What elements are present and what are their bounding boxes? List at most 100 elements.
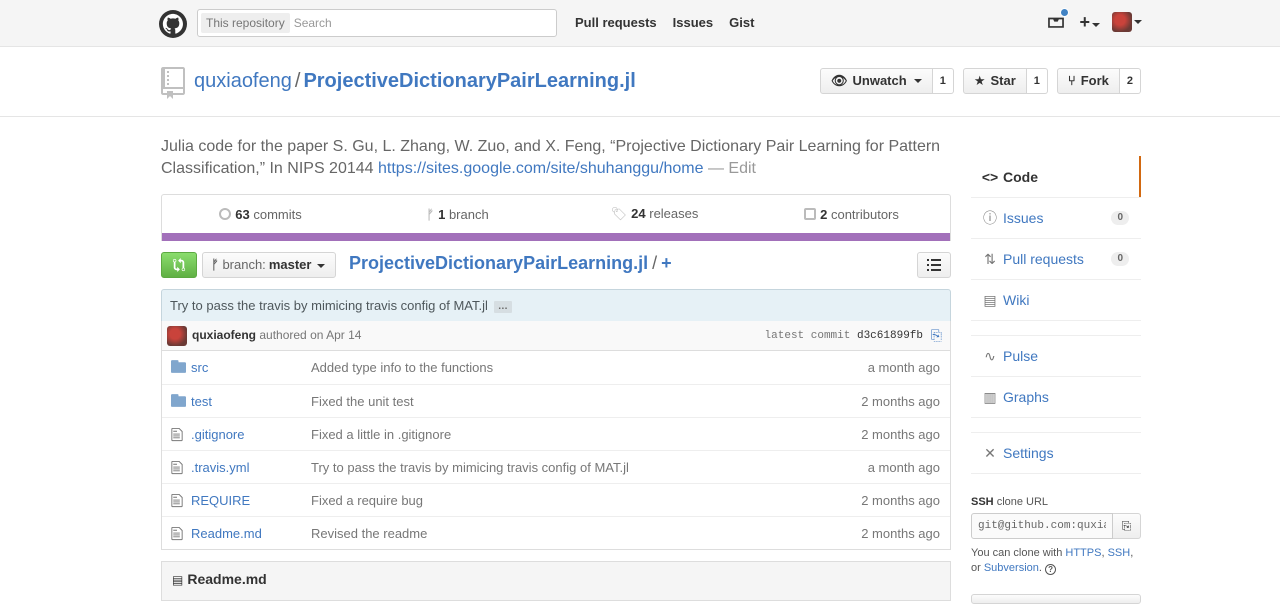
clone-in-desktop-button[interactable]: [971, 594, 1141, 604]
file-row[interactable]: .travis.yml Try to pass the travis by mim…: [162, 450, 950, 483]
file-row[interactable]: Readme.md Revised the readme 2 months ago: [162, 516, 950, 549]
clone-url-input[interactable]: [971, 513, 1113, 539]
file-age: a month ago: [867, 360, 940, 375]
pulse-icon: ∿: [984, 347, 996, 364]
releases-link[interactable]: 🏷 24 releases: [556, 206, 753, 222]
sidebar-item-settings[interactable]: ✕ Settings: [971, 432, 1141, 473]
history-icon: [219, 207, 232, 220]
file-name-link[interactable]: src: [191, 360, 208, 375]
caret-down-icon: [1134, 20, 1142, 24]
sidebar-item-label: Code: [1003, 168, 1038, 185]
top-nav: Pull requests Issues Gist: [575, 15, 754, 30]
file-name-link[interactable]: .gitignore: [191, 427, 244, 442]
new-file-link[interactable]: +: [661, 253, 672, 273]
sidebar-item-label: Pulse: [1003, 348, 1039, 364]
fork-label: Fork: [1080, 73, 1109, 88]
file-commit-message[interactable]: Fixed a little in .gitignore: [311, 427, 451, 442]
search-box: This repository: [197, 9, 557, 37]
compare-button[interactable]: [161, 252, 197, 278]
sidebar-item-wiki[interactable]: ▤ Wiki: [971, 279, 1141, 320]
header-actions: +: [1047, 8, 1142, 32]
file-commit-message[interactable]: Try to pass the travis by mimicing travi…: [311, 460, 629, 475]
commit-sha[interactable]: d3c61899fb: [857, 330, 923, 342]
create-new-menu[interactable]: +: [1079, 12, 1100, 32]
file-age: 2 months ago: [861, 426, 940, 442]
list-icon: [927, 259, 941, 271]
unwatch-button[interactable]: 👁 Unwatch: [820, 68, 933, 94]
unwatch-label: Unwatch: [852, 73, 907, 88]
star-button[interactable]: ★ Star: [962, 68, 1027, 94]
contributors-count: 2: [820, 206, 828, 222]
nav-gist[interactable]: Gist: [729, 15, 754, 30]
file-commit-message[interactable]: Fixed a require bug: [311, 493, 423, 508]
star-count[interactable]: 1: [1026, 68, 1048, 94]
tag-icon: 🏷: [610, 206, 628, 221]
sidebar-item-pull-requests[interactable]: ⇅ Pull requests 0: [971, 238, 1141, 279]
repo-owner-link[interactable]: quxiaofeng: [194, 70, 292, 92]
contributors-link[interactable]: 2 contributors: [753, 207, 950, 222]
folder-icon: [171, 394, 186, 410]
search-input[interactable]: [293, 13, 544, 33]
fork-group: ⑂ Fork 2: [1056, 68, 1141, 94]
file-row[interactable]: .gitignore Fixed a little in .gitignore 2 …: [162, 417, 950, 450]
watch-count[interactable]: 1: [932, 68, 954, 94]
file-age: 2 months ago: [861, 525, 940, 541]
file-name-link[interactable]: REQUIRE: [191, 493, 250, 508]
file-text-icon: [171, 460, 183, 478]
language-bar[interactable]: [162, 233, 950, 241]
expand-commit-button[interactable]: …: [493, 301, 512, 313]
edit-description-link[interactable]: — Edit: [708, 160, 756, 177]
clone-title: SSH clone URL: [971, 496, 1141, 508]
caret-down-icon: [317, 263, 326, 268]
clipboard-icon[interactable]: ⎘: [931, 327, 942, 344]
file-name-link[interactable]: test: [191, 394, 212, 409]
file-row[interactable]: src Added type info to the functions a mon…: [162, 351, 950, 384]
sidebar-item-label: Pull requests: [1003, 251, 1084, 267]
branches-link[interactable]: ᚠ1 branch: [359, 207, 556, 222]
file-row[interactable]: REQUIRE Fixed a require bug 2 months ago: [162, 483, 950, 516]
file-text-icon: [171, 427, 183, 445]
copy-clone-url-button[interactable]: ⎘: [1113, 513, 1141, 539]
latest-commit-label: latest commit: [764, 330, 851, 342]
commit-meta: quxiaofeng authored on Apr 14 latest com…: [161, 321, 951, 351]
clone-subversion-link[interactable]: Subversion: [984, 562, 1039, 574]
help-icon[interactable]: ?: [1045, 564, 1057, 575]
github-logo-icon[interactable]: [159, 10, 187, 38]
commit-tease: Try to pass the travis by mimicing travi…: [161, 289, 951, 322]
homepage-link[interactable]: https://sites.google.com/site/shuhanggu/…: [378, 160, 704, 177]
folder-icon: [171, 360, 186, 376]
file-name-link[interactable]: .travis.yml: [191, 460, 250, 475]
commit-message[interactable]: Try to pass the travis by mimicing travi…: [170, 298, 488, 313]
sidebar-item-graphs[interactable]: ▥ Graphs: [971, 376, 1141, 417]
nav-pull-requests[interactable]: Pull requests: [575, 15, 657, 30]
user-menu[interactable]: [1112, 12, 1142, 32]
file-name-link[interactable]: Readme.md: [191, 526, 262, 541]
releases-count: 24: [631, 206, 646, 221]
commit-author[interactable]: quxiaofeng: [192, 328, 256, 342]
repo-name-link[interactable]: ProjectiveDictionaryPairLearning.jl: [303, 70, 635, 92]
sidebar-item-pulse[interactable]: ∿ Pulse: [971, 335, 1141, 376]
sidebar-item-code[interactable]: <> Code: [971, 156, 1141, 197]
repo-sidebar: <> Code ⓘ Issues 0 ⇅ Pull requests 0 ▤ Wiki ∿ P…: [971, 156, 1141, 474]
caret-down-icon: [913, 79, 922, 83]
commits-label: commits: [253, 206, 302, 222]
list-view-button[interactable]: [917, 252, 951, 278]
fork-button[interactable]: ⑂ Fork: [1056, 68, 1120, 94]
clone-title-rest: clone URL: [996, 496, 1049, 508]
file-commit-message[interactable]: Fixed the unit test: [311, 394, 414, 409]
releases-label: releases: [649, 206, 699, 221]
file-row[interactable]: test Fixed the unit test 2 months ago: [162, 384, 950, 417]
author-avatar[interactable]: [167, 326, 187, 346]
file-commit-message[interactable]: Revised the readme: [311, 526, 427, 541]
branch-select-button[interactable]: ᚠ branch: master: [202, 252, 337, 278]
notifications-icon[interactable]: [1047, 8, 1070, 32]
breadcrumb-repo-link[interactable]: ProjectiveDictionaryPairLearning.jl: [349, 253, 648, 273]
fork-count[interactable]: 2: [1119, 68, 1141, 94]
file-commit-message[interactable]: Added type info to the functions: [311, 360, 493, 375]
commits-link[interactable]: 63 commits: [162, 207, 359, 222]
eye-icon: 👁: [831, 73, 848, 88]
clone-ssh-link[interactable]: SSH: [1108, 547, 1131, 559]
sidebar-item-issues[interactable]: ⓘ Issues 0: [971, 197, 1141, 238]
nav-issues[interactable]: Issues: [673, 15, 713, 30]
clone-https-link[interactable]: HTTPS: [1065, 547, 1101, 559]
